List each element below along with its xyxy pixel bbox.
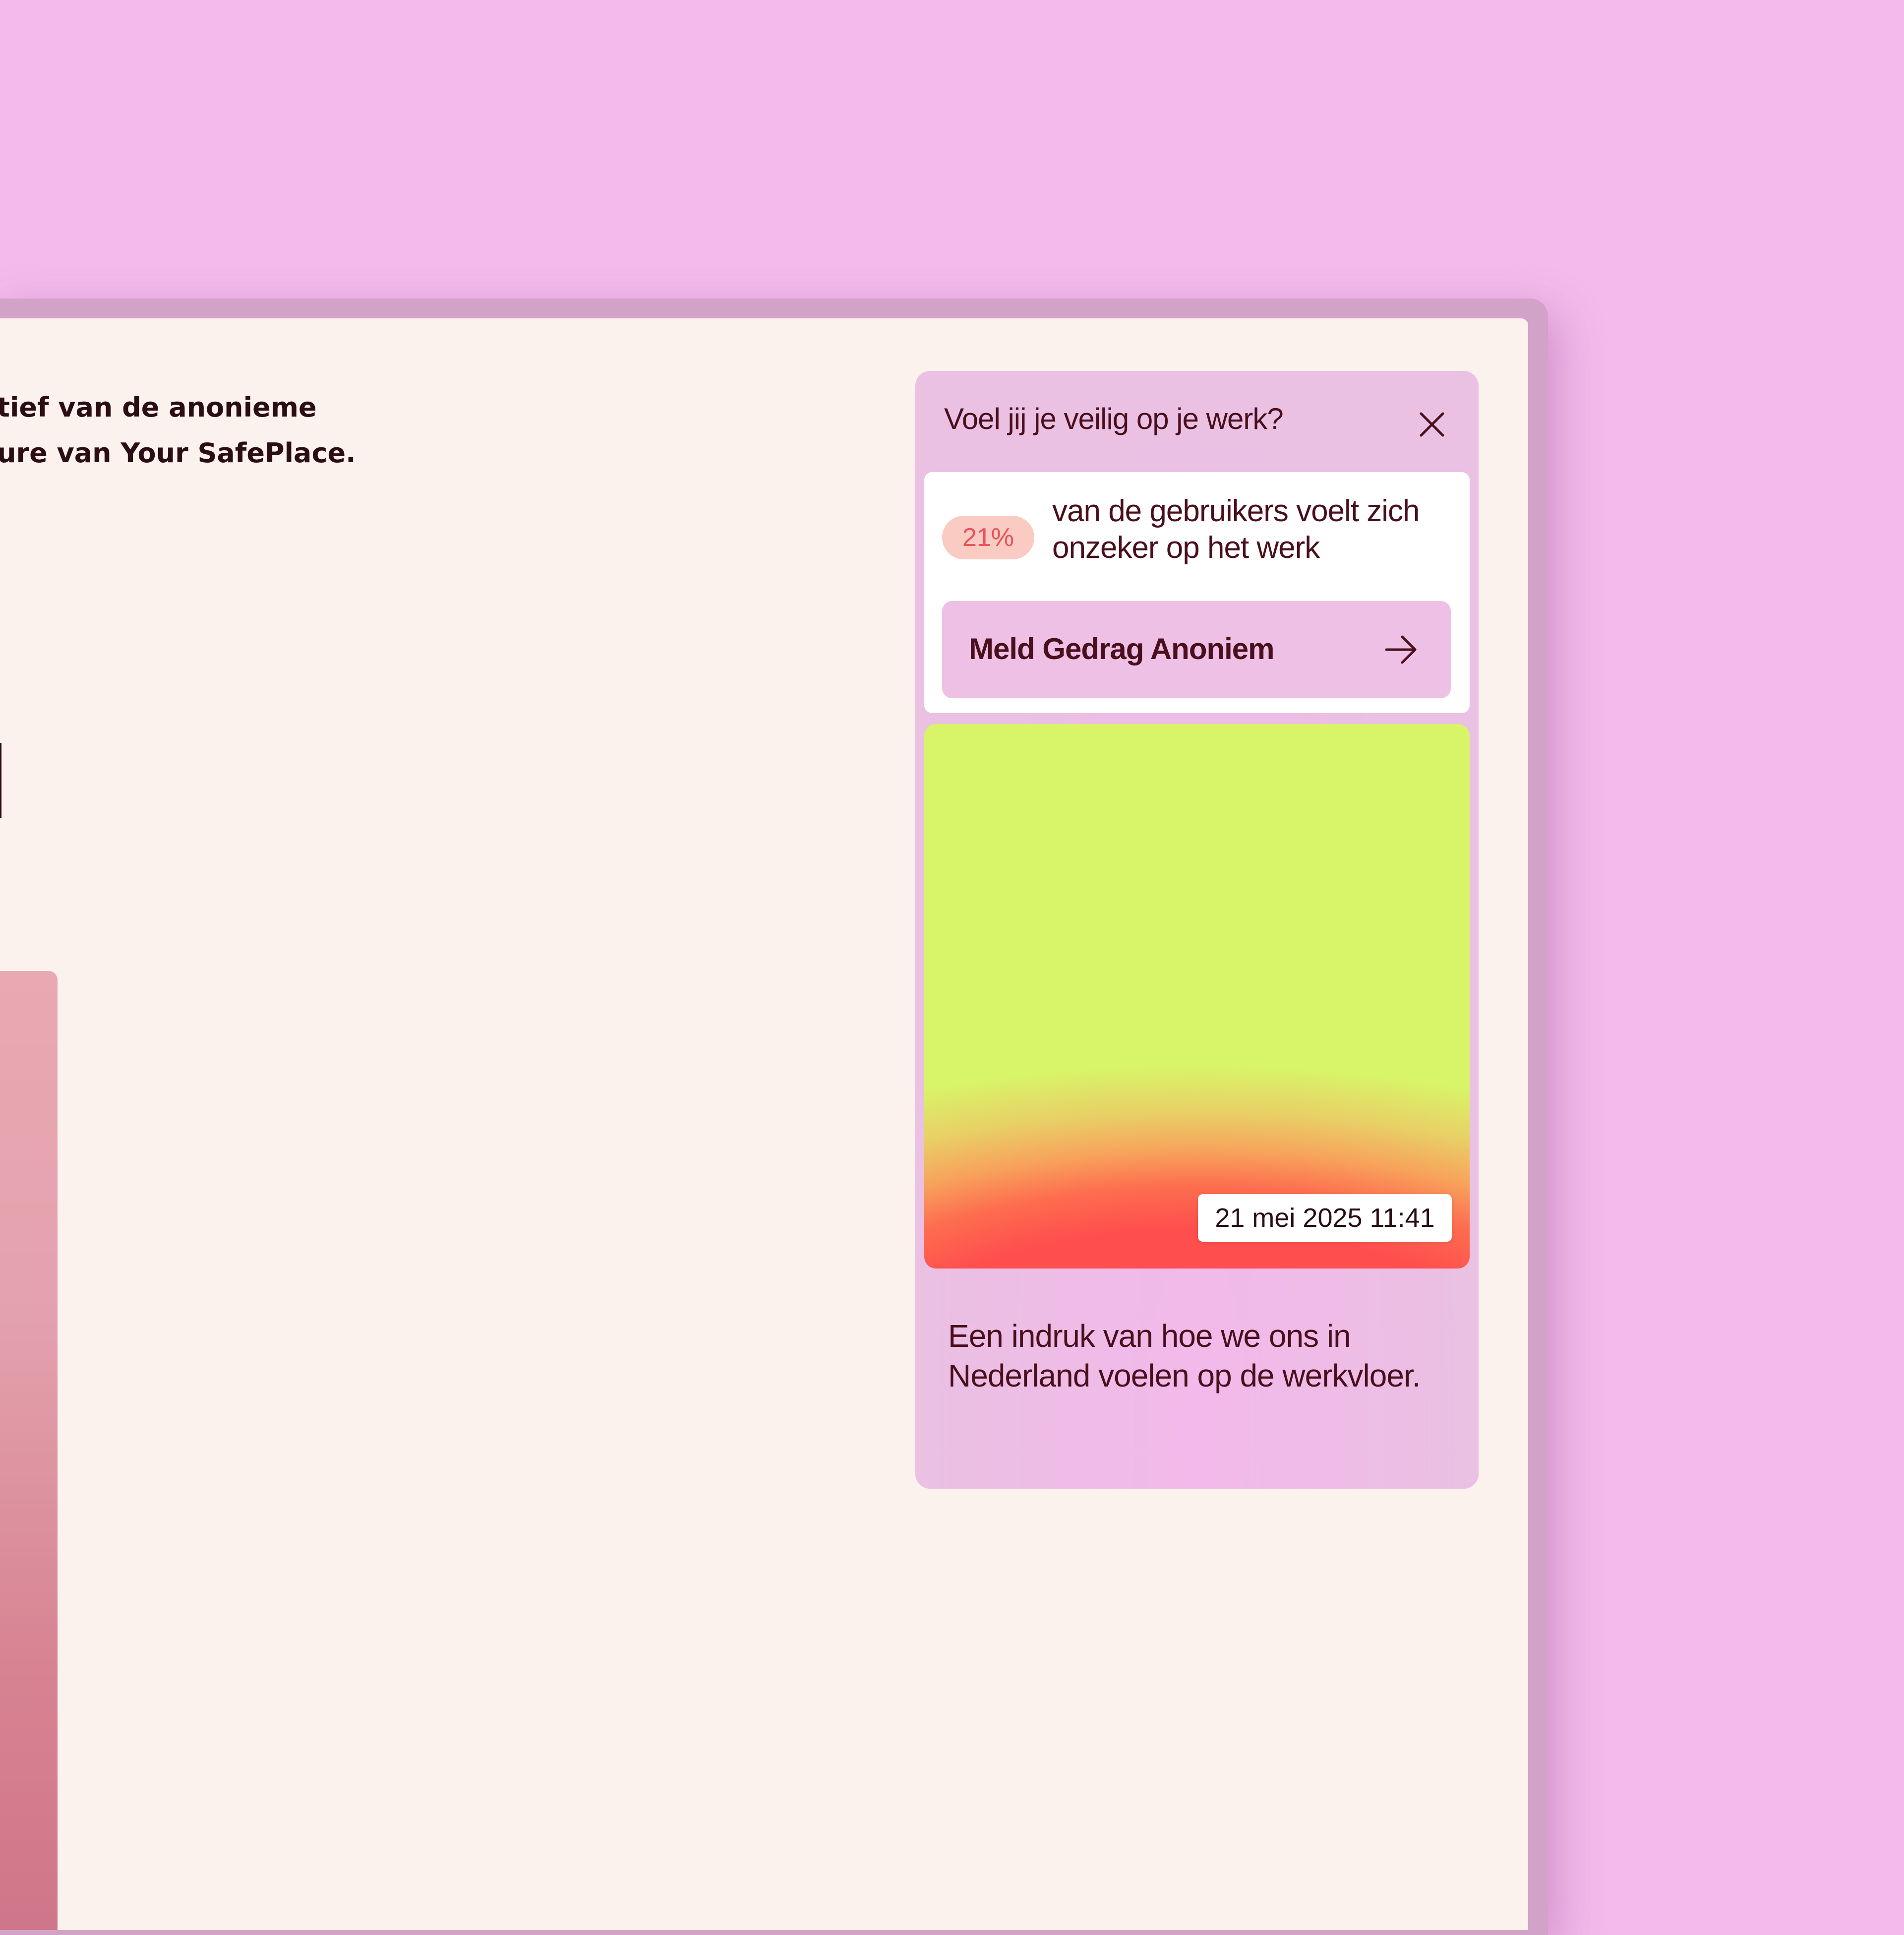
percentage-badge: 21% xyxy=(942,516,1034,559)
arrow-right-icon xyxy=(1385,635,1417,664)
close-icon xyxy=(1420,412,1444,437)
timestamp-label: 21 mei 2025 11:41 xyxy=(1198,1194,1452,1242)
report-button-label: Meld Gedrag Anoniem xyxy=(969,632,1275,665)
report-anonymous-button[interactable]: Meld Gedrag Anoniem xyxy=(942,601,1451,698)
background-image xyxy=(0,971,58,1930)
text-cursor xyxy=(0,743,1,818)
safety-widget: Voel jij je veilig op je werk? 21% van d… xyxy=(915,371,1479,1489)
widget-caption: Een indruk van hoe we ons in Nederland v… xyxy=(948,1318,1421,1393)
background-text-line: ure van Your SafePlace. xyxy=(0,437,356,469)
background-text-line: tief van de anonieme xyxy=(0,392,317,423)
stat-panel: 21% van de gebruikers voelt zich onzeker… xyxy=(924,472,1470,713)
widget-title: Voel jij je veilig op je werk? xyxy=(944,402,1284,435)
stat-text: van de gebruikers voelt zich onzeker op … xyxy=(1052,494,1420,565)
background-text: tief van de anonieme ure van Your SafePl… xyxy=(0,385,356,476)
close-button[interactable] xyxy=(1412,405,1452,444)
widget-header: Voel jij je veilig op je werk? xyxy=(915,371,1479,470)
mood-gradient-visual: 21 mei 2025 11:41 xyxy=(924,724,1470,1269)
